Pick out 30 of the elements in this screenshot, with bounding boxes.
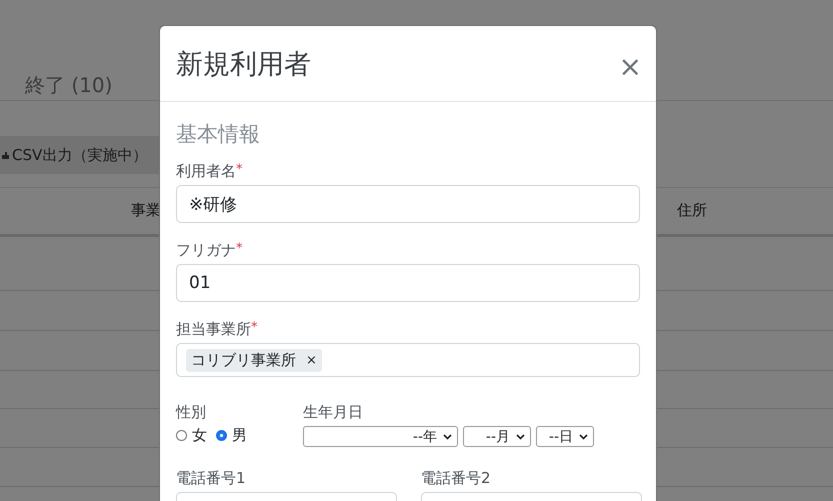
chevron-down-icon (443, 434, 452, 440)
column-header: 住所 (677, 201, 707, 220)
download-icon (2, 152, 9, 158)
radio-label: 女 (192, 426, 207, 445)
date-select[interactable]: --月 (463, 426, 531, 447)
field-label: 性別 (176, 403, 206, 422)
close-button[interactable]: × (618, 52, 642, 80)
required-mark: * (251, 320, 258, 337)
modal-title: 新規利用者 (176, 48, 311, 82)
field-label: 担当事業所 (176, 320, 251, 339)
field-label: 電話番号2 (421, 469, 491, 488)
field-label: 生年月日 (303, 403, 363, 422)
section-title: 基本情報 (176, 121, 261, 148)
input-field[interactable]: 01 (176, 264, 640, 302)
radio-label: 男 (232, 426, 247, 445)
radio-button[interactable] (176, 430, 187, 441)
column-header: 事業 (131, 201, 161, 220)
required-mark: * (236, 162, 242, 179)
chevron-down-icon (579, 434, 588, 440)
required-mark: * (236, 241, 242, 258)
input-field[interactable]: ※研修 (176, 185, 640, 223)
radio-button[interactable] (216, 430, 227, 441)
chevron-down-icon (516, 434, 525, 440)
field-label: 利用者名 (176, 162, 236, 181)
office-select-field[interactable]: コリブリ事業所 × (176, 343, 640, 377)
field-label: 電話番号1 (176, 469, 246, 488)
date-select[interactable]: --日 (536, 426, 594, 447)
date-select[interactable]: --年 (303, 426, 458, 447)
office-tag: コリブリ事業所 × (186, 348, 322, 372)
field-label: フリガナ (176, 241, 236, 260)
